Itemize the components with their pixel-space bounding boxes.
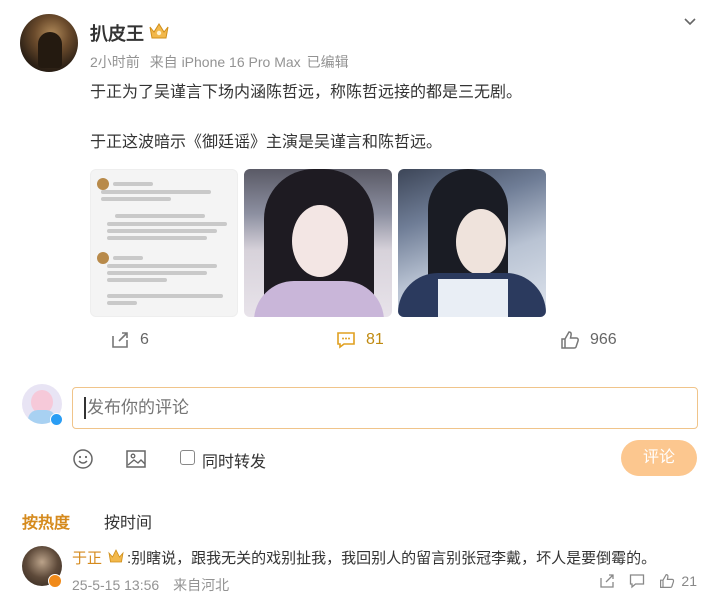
comment-button[interactable]: 81	[336, 322, 384, 358]
comment-location: 来自河北	[173, 577, 230, 593]
tab-sort-time[interactable]: 按时间	[104, 509, 152, 533]
author-name[interactable]: 扒皮王	[90, 20, 144, 46]
crown-icon	[149, 23, 169, 39]
text-cursor	[84, 397, 86, 419]
comment-meta: 25-5-15 13:56 来自河北	[72, 575, 239, 595]
like-count: 966	[590, 331, 617, 348]
commenter-name[interactable]: 于正	[72, 547, 102, 568]
share-icon[interactable]	[599, 573, 615, 589]
composer-tools: 同时转发 评论	[0, 440, 703, 480]
post-header: 扒皮王 2小时前 来自 iPhone 16 Pro Max 已编辑	[20, 14, 696, 74]
post-source: 来自 iPhone 16 Pro Max	[149, 54, 301, 70]
post-body: 于正为了吴谨言下场内涵陈哲远，称陈哲远接的都是三无剧。 于正这波暗示《御廷谣》主…	[90, 82, 690, 182]
like-button[interactable]: 966	[560, 322, 617, 358]
tab-sort-hot[interactable]: 按热度	[22, 509, 70, 533]
comment-item: 于正 :别瞎说，跟我无关的戏别扯我，我回别人的留言别张冠李戴，坏人是要倒霉的。 …	[0, 543, 703, 603]
post-paragraph: 于正为了吴谨言下场内涵陈哲远，称陈哲远接的都是三无剧。	[90, 84, 523, 101]
verified-badge	[50, 413, 63, 426]
comment-sort-tabs: 按热度 按时间	[0, 505, 703, 535]
submit-comment-button[interactable]: 评论	[621, 440, 697, 476]
comment-count: 81	[366, 331, 384, 348]
post-image-actor[interactable]	[398, 169, 546, 317]
comment-input[interactable]	[72, 387, 698, 429]
repost-count: 6	[140, 331, 149, 348]
comment-actions: 21	[585, 573, 697, 589]
repost-icon	[112, 332, 128, 348]
post-meta: 2小时前 来自 iPhone 16 Pro Max 已编辑	[90, 52, 355, 72]
chevron-down-icon[interactable]	[682, 14, 698, 30]
chat-avatar	[97, 178, 109, 190]
like-icon[interactable]	[659, 573, 675, 589]
comment-text: :别瞎说，跟我无关的戏别扯我，我回别人的留言别张冠李戴，坏人是要倒霉的。	[127, 550, 657, 567]
like-icon	[561, 331, 579, 349]
image-icon[interactable]	[125, 448, 147, 470]
post-image-chat-screenshot[interactable]	[90, 169, 238, 317]
post-actions: 6 81 966	[0, 322, 703, 358]
post-edited: 已编辑	[306, 54, 349, 70]
crown-icon	[108, 549, 124, 563]
author-avatar[interactable]	[20, 14, 78, 72]
emoji-icon[interactable]	[72, 448, 94, 470]
post-time: 2小时前	[90, 54, 140, 70]
comment-time: 25-5-15 13:56	[72, 577, 160, 593]
repost-check-label[interactable]: 同时转发	[202, 448, 266, 472]
reply-icon[interactable]	[629, 573, 645, 589]
post-image-actress[interactable]	[244, 169, 392, 317]
post-images	[90, 169, 550, 317]
repost-button[interactable]: 6	[110, 322, 149, 358]
repost-checkbox[interactable]	[180, 450, 195, 465]
verified-badge	[48, 574, 62, 588]
comment-like-count: 21	[681, 573, 697, 589]
comment-icon	[337, 332, 355, 349]
post-paragraph: 于正这波暗示《御廷谣》主演是吴谨言和陈哲远。	[90, 134, 443, 151]
